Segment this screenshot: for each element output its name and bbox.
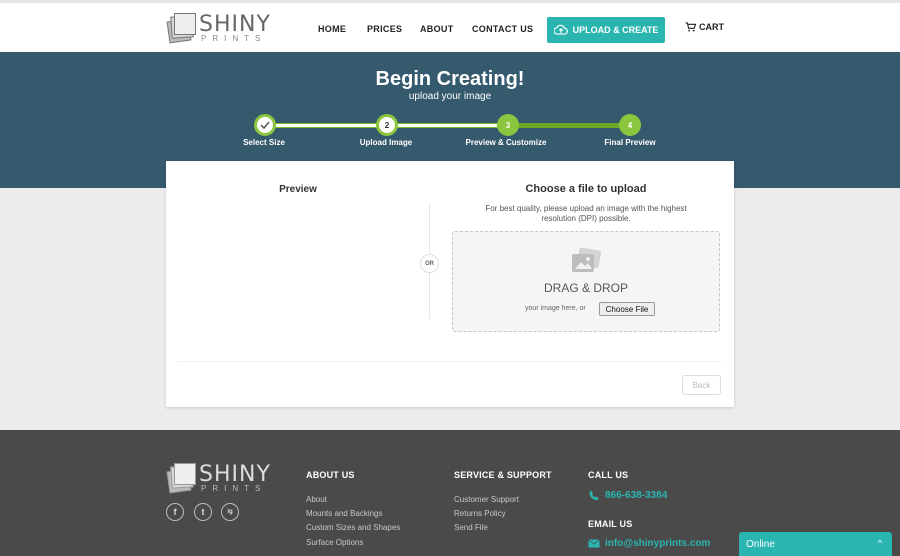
upload-create-label: UPLOAD & CREATE xyxy=(572,25,659,35)
footer-link-support[interactable]: Customer Support xyxy=(454,495,519,504)
envelope-icon xyxy=(588,539,600,548)
page-subtitle: upload your image xyxy=(408,91,492,102)
service-heading: SERVICE & SUPPORT xyxy=(454,470,552,480)
logo[interactable]: SHINY PRINTS xyxy=(166,12,270,46)
email-address: info@shinyprints.com xyxy=(605,538,711,549)
step-4-label: Final Preview xyxy=(604,138,656,147)
chat-status: Online xyxy=(746,538,775,550)
drag-drop-hint: your image here, or xyxy=(525,305,586,312)
page-title: Begin Creating! xyxy=(375,68,525,90)
nav-prices[interactable]: PRICES xyxy=(367,24,402,34)
footer-link-surface[interactable]: Surface Options xyxy=(306,538,363,547)
twitter-icon[interactable]: t xyxy=(194,503,212,521)
chat-widget[interactable]: Online ^ xyxy=(739,532,892,556)
chevron-up-icon: ^ xyxy=(877,538,882,548)
image-icon xyxy=(572,248,602,272)
upload-card: Preview OR Choose a file to upload For b… xyxy=(166,161,734,407)
choose-file-button[interactable]: Choose File xyxy=(599,302,655,316)
phone-link[interactable]: 866-638-3384 xyxy=(588,490,667,501)
instagram-icon[interactable]: ig xyxy=(221,503,239,521)
or-badge: OR xyxy=(420,254,439,273)
cloud-upload-icon xyxy=(553,24,568,35)
step-3-dot: 3 xyxy=(497,114,519,136)
nav-contact-us[interactable]: CONTACT US xyxy=(472,24,533,34)
upload-create-button[interactable]: UPLOAD & CREATE xyxy=(547,17,665,43)
logo-sub: PRINTS xyxy=(201,34,267,43)
email-link[interactable]: info@shinyprints.com xyxy=(588,538,710,549)
cart-icon xyxy=(685,22,696,32)
progress-line-remaining xyxy=(508,123,630,128)
footer-logo[interactable]: SHINY PRINTS xyxy=(166,462,270,494)
quality-note: For best quality, please upload an image… xyxy=(485,204,687,223)
step-3-label: Preview & Customize xyxy=(465,138,547,147)
cart-label: CART xyxy=(699,22,724,32)
footer-link-custom-sizes[interactable]: Custom Sizes and Shapes xyxy=(306,523,400,532)
step-4-dot: 4 xyxy=(619,114,641,136)
drag-drop-zone[interactable]: DRAG & DROP your image here, or Choose F… xyxy=(452,231,720,332)
step-1-label: Select Size xyxy=(243,138,285,147)
back-button[interactable]: Back xyxy=(682,375,721,395)
footer-link-returns[interactable]: Returns Policy xyxy=(454,509,506,518)
step-2-label: Upload Image xyxy=(359,138,413,147)
step-1-dot[interactable] xyxy=(254,114,276,136)
choose-file-title: Choose a file to upload xyxy=(525,183,647,195)
facebook-icon[interactable]: f xyxy=(166,503,184,521)
step-2-dot[interactable]: 2 xyxy=(376,114,398,136)
phone-number: 866-638-3384 xyxy=(605,490,668,501)
preview-title: Preview xyxy=(279,184,317,195)
logo-mark xyxy=(166,12,196,44)
call-heading: CALL US xyxy=(588,470,629,480)
about-heading: ABOUT US xyxy=(306,470,355,480)
phone-icon xyxy=(589,490,599,501)
footer-link-send-file[interactable]: Send File xyxy=(454,523,488,532)
footer-link-mounts[interactable]: Mounts and Backings xyxy=(306,509,383,518)
footer-logo-sub: PRINTS xyxy=(201,484,267,493)
footer-link-about[interactable]: About xyxy=(306,495,327,504)
email-heading: EMAIL US xyxy=(588,519,633,529)
nav-about[interactable]: ABOUT xyxy=(420,24,454,34)
horizontal-divider xyxy=(178,361,722,362)
check-icon xyxy=(260,121,270,129)
drag-drop-title: DRAG & DROP xyxy=(543,281,628,295)
nav-home[interactable]: HOME xyxy=(318,24,346,34)
site-header: SHINY PRINTS HOME PRICES ABOUT CONTACT U… xyxy=(0,0,900,52)
cart-link[interactable]: CART xyxy=(685,22,724,32)
footer-logo-mark xyxy=(166,462,196,494)
